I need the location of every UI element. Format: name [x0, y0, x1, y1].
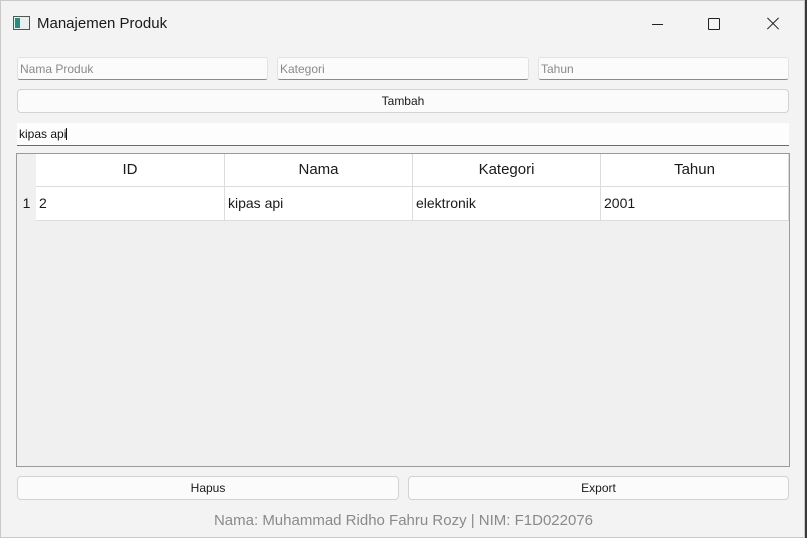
table-cell-kategori[interactable]: elektronik	[413, 187, 601, 221]
search-input[interactable]: kipas api	[17, 123, 789, 146]
column-header-kategori[interactable]: Kategori	[413, 154, 601, 187]
tambah-button[interactable]: Tambah	[17, 89, 789, 113]
maximize-icon[interactable]	[685, 1, 743, 47]
tahun-input[interactable]: Tahun	[538, 57, 789, 80]
nama-produk-input[interactable]: Nama Produk	[17, 57, 268, 80]
title-bar[interactable]: Manajemen Produk	[1, 1, 806, 47]
table-cell-tahun[interactable]: 2001	[601, 187, 789, 221]
table-cell-nama[interactable]: kipas api	[225, 187, 413, 221]
column-header-nama[interactable]: Nama	[225, 154, 413, 187]
column-header-id[interactable]: ID	[36, 154, 225, 187]
text-cursor	[66, 128, 68, 140]
app-icon	[13, 16, 30, 30]
kategori-input[interactable]: Kategori	[277, 57, 529, 80]
search-text: kipas api	[19, 127, 67, 141]
export-button[interactable]: Export	[408, 476, 789, 500]
footer-text: Nama: Muhammad Ridho Fahru Rozy | NIM: F…	[213, 512, 594, 529]
row-header-1[interactable]: 1	[17, 187, 36, 221]
app-window: Manajemen Produk Nama Produk Kategori Ta…	[0, 0, 805, 538]
window-title: Manajemen Produk	[37, 15, 168, 32]
hapus-button[interactable]: Hapus	[17, 476, 399, 500]
table-cell-id[interactable]: 2	[36, 187, 225, 221]
table-empty-area	[36, 221, 789, 466]
product-table[interactable]: ID Nama Kategori Tahun 1 2 kipas api ele…	[16, 153, 790, 467]
minimize-icon[interactable]	[628, 1, 686, 47]
close-icon[interactable]	[742, 1, 800, 47]
column-header-tahun[interactable]: Tahun	[601, 154, 789, 187]
